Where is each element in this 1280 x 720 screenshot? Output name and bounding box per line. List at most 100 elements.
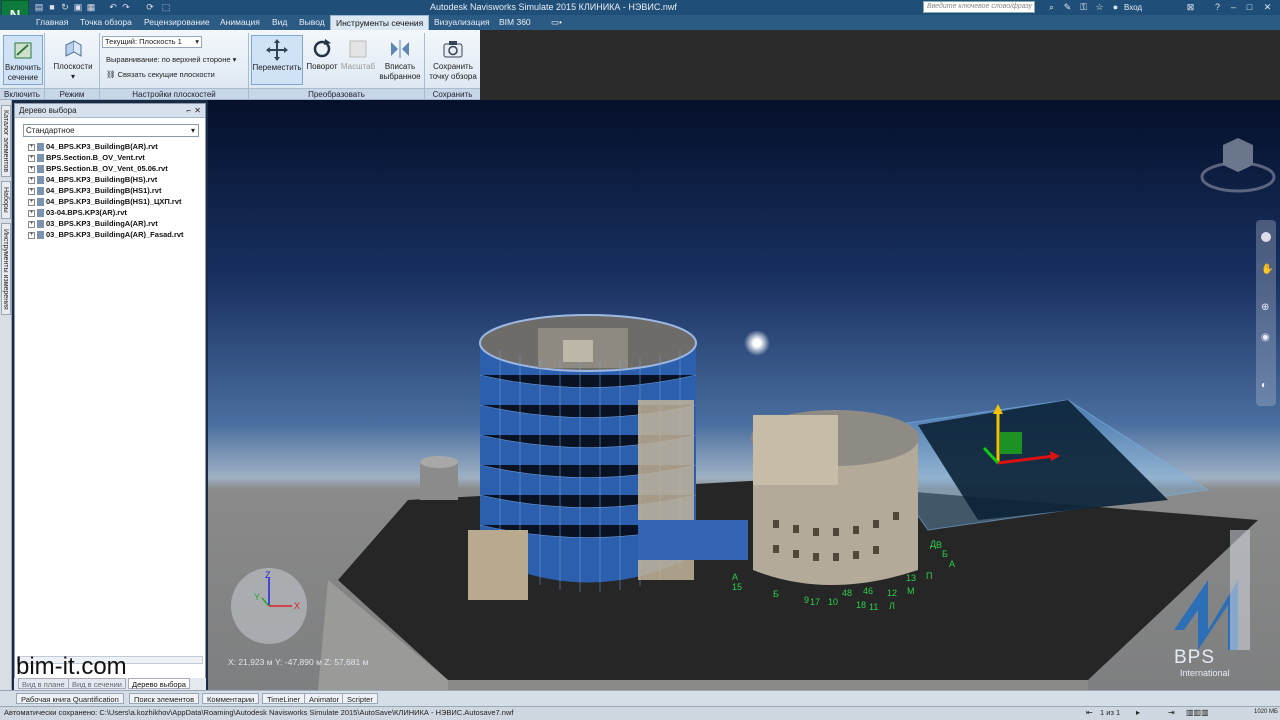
grid-label: 17 <box>810 597 820 607</box>
select-icon[interactable]: ⬚ <box>161 2 171 12</box>
pan-icon[interactable]: ✋ <box>1261 264 1273 275</box>
tab-sectioning-tools[interactable]: Инструменты сечения <box>330 15 430 30</box>
scale-button[interactable]: Масштаб <box>340 38 376 84</box>
redo-icon[interactable]: ↷ <box>121 2 131 12</box>
performance-icon[interactable]: ▥▥▥ <box>1186 708 1209 717</box>
fit-selection-label: Вписать выбранное <box>379 62 421 81</box>
refresh-scene-icon[interactable]: ⟳ <box>145 2 155 12</box>
user-icon[interactable]: ● <box>1110 2 1121 13</box>
tab-bim360[interactable]: BIM 360 <box>494 15 536 30</box>
tree-item[interactable]: +03_BPS.KP3_BuildingA(AR)_Fasad.rvt <box>28 229 184 240</box>
planes-mode-button[interactable]: Плоскости ▾ <box>48 38 98 84</box>
search-input[interactable]: Введите ключевое слово/фразу <box>923 1 1035 13</box>
last-page-icon[interactable]: ⇥ <box>1168 708 1175 717</box>
grid-label: А <box>949 559 955 569</box>
planes-icon <box>62 38 84 60</box>
tab-timeliner[interactable]: TimeLiner <box>262 693 306 704</box>
file-icon <box>37 143 44 152</box>
file-icon <box>37 231 44 240</box>
tab-scripter[interactable]: Scripter <box>342 693 378 704</box>
zoom-icon[interactable]: ⊕ <box>1261 302 1269 313</box>
tab-selection-tree[interactable]: Дерево выбора <box>128 678 190 689</box>
tree-item[interactable]: +04_BPS.KP3_BuildingB(HS1).rvt <box>28 185 161 196</box>
tab-quantification[interactable]: Рабочая книга Quantification <box>16 693 124 704</box>
selection-tree-panel: Дерево выбора ⌐ ✕ Стандартное ▾ +04_BPS.K… <box>14 103 206 690</box>
tree-mode-select[interactable]: Стандартное ▾ <box>23 124 199 137</box>
first-page-icon[interactable]: ⇤ <box>1086 708 1093 717</box>
tab-visualization[interactable]: Визуализация <box>429 15 495 30</box>
alignment-dropdown[interactable]: Выравнивание: по верхней стороне ▾ <box>106 55 236 64</box>
current-plane-select[interactable]: Текущий: Плоскость 1 ▾ <box>102 36 202 48</box>
binoculars-icon[interactable]: ⌕ <box>1046 2 1057 13</box>
cylinder-top <box>420 456 458 468</box>
undo-icon[interactable]: ↶ <box>108 2 118 12</box>
grid-label: П <box>926 571 932 581</box>
tab-extra-icon[interactable]: ▭• <box>546 15 567 30</box>
navigation-bar[interactable]: ✋ ⊕ ◉ ◐ <box>1256 220 1276 406</box>
next-page-icon[interactable]: ▸ <box>1136 708 1140 717</box>
panel-title-transform[interactable]: Преобразовать <box>249 88 424 99</box>
maximize-icon[interactable]: □ <box>1244 2 1255 13</box>
tab-review[interactable]: Рецензирование <box>139 15 215 30</box>
tab-comments[interactable]: Комментарии <box>202 693 260 704</box>
open-icon[interactable]: ▦ <box>86 2 96 12</box>
help-icon[interactable]: ? <box>1212 2 1223 13</box>
link-planes-toggle[interactable]: ⛓ Связать секущие плоскости <box>106 70 215 79</box>
close-icon[interactable]: ✕ <box>1262 2 1273 13</box>
print-icon[interactable]: ▣ <box>73 2 83 12</box>
link-planes-label: Связать секущие плоскости <box>117 70 215 79</box>
view-cube <box>1200 138 1276 193</box>
tab-home[interactable]: Главная <box>31 15 73 30</box>
tree-item[interactable]: +04_BPS.KP3_BuildingB(HS1)_ЦХП.rvt <box>28 196 182 207</box>
tree-item-label: 03-04.BPS.KP3(AR).rvt <box>46 208 127 217</box>
sign-in-link[interactable]: Вход <box>1124 3 1142 12</box>
tab-output[interactable]: Вывод <box>294 15 330 30</box>
side-tab-measure[interactable]: Инструменты измерения <box>1 223 11 315</box>
steering-wheel-icon[interactable] <box>1261 232 1271 242</box>
brand-name: BPS <box>1174 647 1216 668</box>
panel-title-plane-settings[interactable]: Настройки плоскостей <box>100 88 248 99</box>
file-icon <box>37 187 44 196</box>
rotate-button[interactable]: Поворот <box>305 38 339 84</box>
orbit-icon[interactable]: ◉ <box>1261 332 1270 343</box>
panel-title: Дерево выбора <box>19 106 77 115</box>
exchange-icon[interactable]: ⊠ <box>1185 2 1196 13</box>
move-button[interactable]: Переместить <box>251 35 303 85</box>
tab-view[interactable]: Вид <box>267 15 292 30</box>
star-icon[interactable]: ☆ <box>1094 2 1105 13</box>
autosave-status: Автоматически сохранено: C:\Users\a.kozh… <box>4 708 514 717</box>
save-icon[interactable]: ■ <box>47 2 57 12</box>
tree-item[interactable]: + BPS.Section.B_OV_Vent_05.06.rvt <box>28 163 168 174</box>
tree-item[interactable]: +03_BPS.KP3_BuildingA(AR).rvt <box>28 218 158 229</box>
tab-find-items[interactable]: Поиск элементов <box>129 693 200 704</box>
file-icon <box>37 176 44 185</box>
tab-animation[interactable]: Анимация <box>215 15 265 30</box>
bps-logo-bar <box>1230 530 1250 650</box>
pin-icon[interactable]: ⌐ <box>186 104 191 118</box>
grid-label: 11 <box>869 602 878 612</box>
tree-item[interactable]: + BPS.Section.B_OV_Vent.rvt <box>28 152 145 163</box>
round-building-block <box>753 415 838 485</box>
side-tab-catalog[interactable]: Каталог элементов <box>1 105 11 177</box>
tools-icon[interactable]: ✎ <box>1062 2 1073 13</box>
tree-item[interactable]: +04_BPS.KP3_BuildingB(AR).rvt <box>28 141 158 152</box>
look-icon[interactable]: ◐ <box>1261 380 1267 391</box>
side-tab-sets[interactable]: Наборы <box>1 181 11 219</box>
minimize-icon[interactable]: – <box>1228 2 1239 13</box>
panel-title-save: Сохранить <box>425 88 480 99</box>
save-viewpoint-button[interactable]: Сохранить точку обзора <box>427 38 479 84</box>
coordinates-readout: X: 21,923 м Y: -47,890 м Z: 57,681 м <box>228 657 369 667</box>
fit-selection-button[interactable]: Вписать выбранное <box>378 38 422 84</box>
tree-item[interactable]: +03-04.BPS.KP3(AR).rvt <box>28 207 127 218</box>
3d-scene[interactable]: 15 А Б 9 17 10 48 18 11 12 Л 13 М П Д В … <box>208 100 1280 690</box>
enable-section-button[interactable]: Включить сечение <box>3 35 43 85</box>
tab-animator[interactable]: Animator <box>304 693 345 704</box>
tree-item[interactable]: +04_BPS.KP3_BuildingB(HS).rvt <box>28 174 157 185</box>
refresh-icon[interactable]: ↻ <box>60 2 70 12</box>
tab-viewpoint[interactable]: Точка обзора <box>75 15 137 30</box>
grid-label: М <box>907 586 915 596</box>
panel-close-icon[interactable]: ✕ <box>194 104 201 118</box>
key-icon[interactable]: ⚿ <box>1078 2 1089 13</box>
grid-label: 15 <box>732 582 742 592</box>
folder-icon[interactable]: ▤ <box>34 2 44 12</box>
